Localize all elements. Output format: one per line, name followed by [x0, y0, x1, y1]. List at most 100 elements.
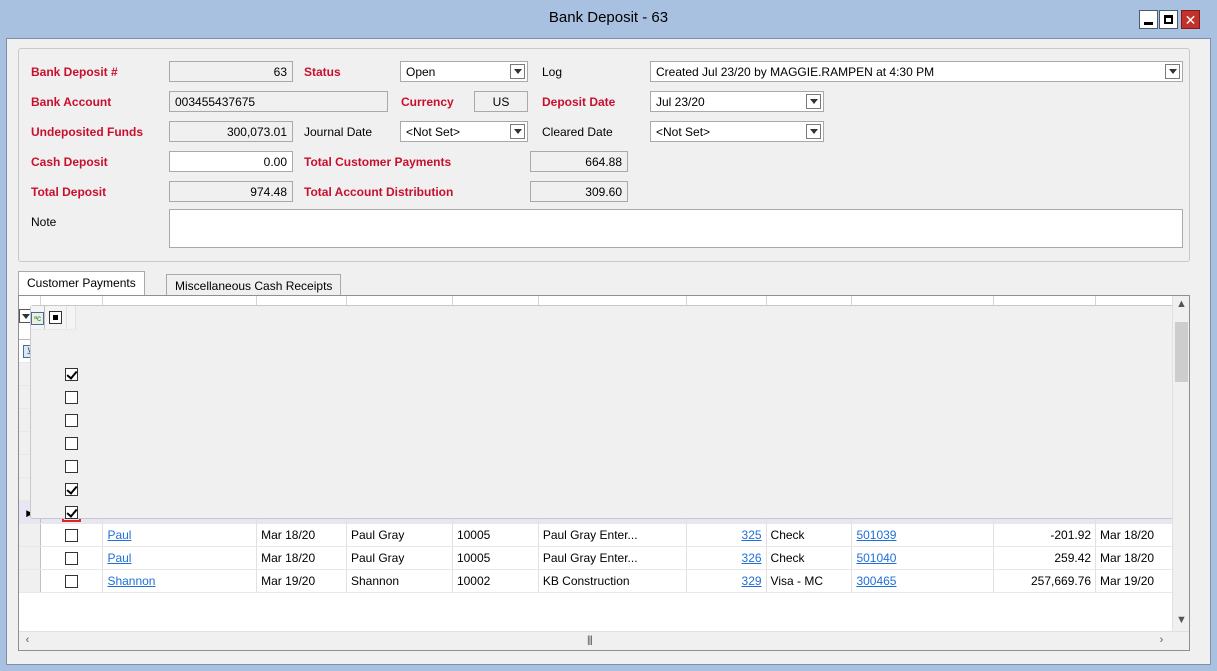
order-number-cell[interactable]: 501040 — [851, 546, 995, 570]
tab-miscellaneous-cash-receipts[interactable]: Miscellaneous Cash Receipts — [166, 274, 342, 296]
selected-checkbox[interactable] — [65, 391, 79, 405]
total-account-distribution-label: Total Account Distribution — [304, 185, 454, 199]
log-label: Log — [542, 65, 563, 79]
window-client: Bank Deposit # 63 Status Open Log Create… — [6, 38, 1211, 665]
order-number-link[interactable]: 501040 — [856, 551, 896, 565]
order-number-cell[interactable]: 300465 — [851, 569, 995, 593]
table-row[interactable]: Paul Mar 18/20 Paul Gray 10005 Paul Gray Ent… — [19, 523, 1189, 547]
log-select[interactable]: Created Jul 23/20 by MAGGIE.RAMPEN at 4:… — [650, 61, 1183, 82]
total-customer-payments-label: Total Customer Payments — [304, 155, 452, 169]
journal-date-picker[interactable]: <Not Set> — [400, 121, 528, 142]
row-indicator[interactable] — [19, 546, 42, 570]
cash-drawer-cell[interactable]: Paul — [102, 546, 258, 570]
selected-checkbox[interactable] — [65, 483, 79, 497]
selected-checkbox-wrap[interactable] — [63, 549, 80, 567]
amount-cell: 259.42 — [993, 546, 1097, 570]
selected-checkbox[interactable] — [65, 575, 79, 589]
selected-checkbox[interactable] — [65, 529, 79, 543]
selected-checkbox[interactable] — [65, 367, 79, 381]
customer-cell: 10005 — [452, 546, 539, 570]
amount-cell: -201.92 — [993, 523, 1097, 547]
selected-checkbox[interactable] — [65, 506, 79, 520]
selected-checkbox[interactable] — [65, 414, 79, 428]
payment-cell[interactable]: 326 — [686, 546, 767, 570]
tab-customer-payments[interactable]: Customer Payments — [18, 271, 145, 295]
selected-checkbox-wrap[interactable] — [63, 411, 80, 429]
maximize-button[interactable] — [1159, 10, 1178, 29]
table-row[interactable]: Paul Mar 18/20 Paul Gray 10005 Paul Gray Ent… — [19, 546, 1189, 570]
cash-drawer-cell[interactable]: Shannon — [102, 569, 258, 593]
close-button[interactable]: ✕ — [1181, 10, 1200, 29]
close-icon: ✕ — [1184, 12, 1197, 28]
scroll-down-icon[interactable]: ▼ — [1173, 612, 1189, 629]
payment-link[interactable]: 329 — [742, 574, 762, 588]
cash-drawer-link[interactable]: Paul — [107, 551, 131, 565]
cleared-date-label: Cleared Date — [542, 125, 613, 139]
selected-checkbox-wrap[interactable] — [63, 572, 80, 590]
note-input[interactable] — [169, 209, 1183, 248]
group-checkbox[interactable] — [49, 311, 62, 325]
vertical-scrollbar[interactable]: ▲ ▼ — [1172, 296, 1189, 632]
cash-deposit-input[interactable]: 0.00 — [169, 151, 293, 172]
closed-date-cell: Mar 18/20 — [256, 523, 347, 547]
status-select[interactable]: Open — [400, 61, 528, 82]
payment-link[interactable]: 326 — [742, 551, 762, 565]
deposit-date-picker[interactable]: Jul 23/20 — [650, 91, 824, 112]
payment-link[interactable]: 325 — [742, 528, 762, 542]
bank-deposit-field: 63 — [169, 61, 293, 82]
header-panel: Bank Deposit # 63 Status Open Log Create… — [18, 48, 1190, 262]
chevron-down-icon[interactable] — [806, 94, 821, 109]
deposit-date-value: Jul 23/20 — [656, 95, 705, 109]
status-label: Status — [304, 65, 341, 79]
selected-cell[interactable] — [40, 546, 104, 570]
cash-drawer-link[interactable]: Shannon — [107, 574, 155, 588]
total-customer-payments-field: 664.88 — [530, 151, 628, 172]
table-row[interactable]: Shannon Mar 19/20 Shannon 10002 KB Construct… — [19, 569, 1189, 593]
group-selected-cell[interactable] — [44, 306, 67, 330]
row-indicator[interactable] — [19, 523, 42, 547]
scroll-grip-icon[interactable]: ||| — [587, 635, 593, 646]
deposit-date-label: Deposit Date — [542, 95, 616, 109]
bank-account-label: Bank Account — [31, 95, 112, 109]
customer-cell: 10005 — [452, 523, 539, 547]
horizontal-scrollbar[interactable]: ‹ ||| › — [19, 631, 1189, 650]
selected-checkbox[interactable] — [65, 552, 79, 566]
selected-checkbox[interactable] — [65, 437, 79, 451]
closed-date-cell: Mar 19/20 — [256, 569, 347, 593]
chevron-down-icon[interactable] — [1165, 64, 1180, 79]
order-number-cell[interactable]: 501039 — [851, 523, 995, 547]
journal-date-value: <Not Set> — [406, 125, 461, 139]
cash-drawer-cell[interactable]: Paul — [102, 523, 258, 547]
payment-cell[interactable]: 325 — [686, 523, 767, 547]
row-indicator[interactable] — [19, 569, 42, 593]
customer-name-cell: Paul Gray Enter... — [538, 546, 687, 570]
selected-cell[interactable] — [40, 569, 104, 593]
window-title: Bank Deposit - 63 — [548, 9, 669, 26]
order-number-link[interactable]: 300465 — [856, 574, 896, 588]
cash-drawer-link[interactable]: Paul — [107, 528, 131, 542]
selected-cell[interactable] — [40, 523, 104, 547]
currency-field: US — [474, 91, 528, 112]
cleared-date-picker[interactable]: <Not Set> — [650, 121, 824, 142]
scroll-thumb[interactable] — [1175, 322, 1188, 382]
scroll-left-icon[interactable]: ‹ — [19, 632, 36, 649]
chevron-down-icon[interactable] — [510, 124, 525, 139]
log-value: Created Jul 23/20 by MAGGIE.RAMPEN at 4:… — [656, 65, 935, 79]
selected-checkbox-wrap[interactable] — [63, 457, 80, 475]
selected-checkbox-wrap[interactable] — [63, 526, 80, 544]
order-number-link[interactable]: 501039 — [856, 528, 896, 542]
scroll-up-icon[interactable]: ▲ — [1173, 296, 1189, 313]
scroll-right-icon[interactable]: › — [1153, 632, 1170, 649]
payment-cell[interactable]: 329 — [686, 569, 767, 593]
customer-cell: 10002 — [452, 569, 539, 593]
minimize-button[interactable] — [1139, 10, 1158, 29]
selected-checkbox-wrap[interactable] — [63, 388, 80, 406]
selected-checkbox-wrap[interactable] — [63, 434, 80, 452]
chevron-down-icon[interactable] — [510, 64, 525, 79]
customer-payments-grid: Selected Cash Drawer Cash Drawer Closed … — [18, 295, 1190, 651]
group-row: ᵃc — [30, 305, 1189, 519]
selected-checkbox[interactable] — [65, 460, 79, 474]
chevron-down-icon[interactable] — [806, 124, 821, 139]
cash-deposit-label: Cash Deposit — [31, 155, 108, 169]
cashier-cell: Paul Gray — [346, 523, 453, 547]
